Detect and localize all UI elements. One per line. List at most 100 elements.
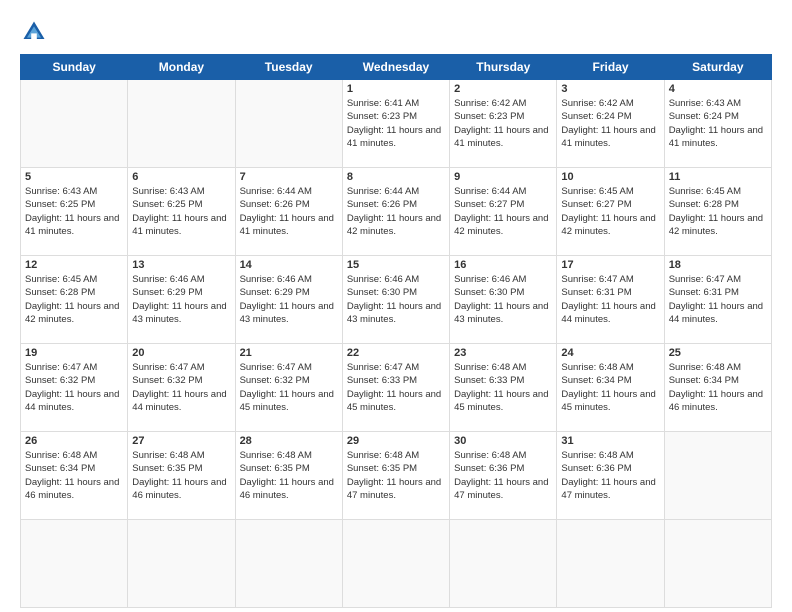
calendar-row-5 [21, 520, 772, 608]
day-number: 1 [347, 83, 445, 95]
day-info: Sunrise: 6:46 AM Sunset: 6:29 PM Dayligh… [132, 273, 230, 326]
weekday-header-wednesday: Wednesday [342, 55, 449, 80]
day-info: Sunrise: 6:43 AM Sunset: 6:25 PM Dayligh… [25, 185, 123, 238]
day-number: 5 [25, 171, 123, 183]
empty-cell [664, 520, 771, 608]
day-info: Sunrise: 6:48 AM Sunset: 6:35 PM Dayligh… [240, 449, 338, 502]
day-info: Sunrise: 6:48 AM Sunset: 6:34 PM Dayligh… [561, 361, 659, 414]
day-info: Sunrise: 6:48 AM Sunset: 6:36 PM Dayligh… [561, 449, 659, 502]
day-info: Sunrise: 6:44 AM Sunset: 6:26 PM Dayligh… [347, 185, 445, 238]
day-number: 26 [25, 435, 123, 447]
day-info: Sunrise: 6:45 AM Sunset: 6:28 PM Dayligh… [25, 273, 123, 326]
day-cell-26: 26 Sunrise: 6:48 AM Sunset: 6:34 PM Dayl… [21, 432, 128, 520]
empty-cell [235, 80, 342, 168]
day-cell-14: 14 Sunrise: 6:46 AM Sunset: 6:29 PM Dayl… [235, 256, 342, 344]
day-info: Sunrise: 6:48 AM Sunset: 6:35 PM Dayligh… [132, 449, 230, 502]
day-number: 30 [454, 435, 552, 447]
day-number: 14 [240, 259, 338, 271]
day-number: 29 [347, 435, 445, 447]
day-info: Sunrise: 6:44 AM Sunset: 6:27 PM Dayligh… [454, 185, 552, 238]
day-number: 10 [561, 171, 659, 183]
day-cell-22: 22 Sunrise: 6:47 AM Sunset: 6:33 PM Dayl… [342, 344, 449, 432]
day-cell-17: 17 Sunrise: 6:47 AM Sunset: 6:31 PM Dayl… [557, 256, 664, 344]
day-info: Sunrise: 6:46 AM Sunset: 6:30 PM Dayligh… [454, 273, 552, 326]
day-info: Sunrise: 6:42 AM Sunset: 6:23 PM Dayligh… [454, 97, 552, 150]
calendar-row-1: 5 Sunrise: 6:43 AM Sunset: 6:25 PM Dayli… [21, 168, 772, 256]
day-number: 16 [454, 259, 552, 271]
day-cell-5: 5 Sunrise: 6:43 AM Sunset: 6:25 PM Dayli… [21, 168, 128, 256]
weekday-header-thursday: Thursday [450, 55, 557, 80]
empty-cell [128, 520, 235, 608]
day-info: Sunrise: 6:47 AM Sunset: 6:31 PM Dayligh… [669, 273, 767, 326]
day-info: Sunrise: 6:43 AM Sunset: 6:24 PM Dayligh… [669, 97, 767, 150]
day-info: Sunrise: 6:45 AM Sunset: 6:27 PM Dayligh… [561, 185, 659, 238]
day-cell-16: 16 Sunrise: 6:46 AM Sunset: 6:30 PM Dayl… [450, 256, 557, 344]
day-cell-15: 15 Sunrise: 6:46 AM Sunset: 6:30 PM Dayl… [342, 256, 449, 344]
day-cell-21: 21 Sunrise: 6:47 AM Sunset: 6:32 PM Dayl… [235, 344, 342, 432]
empty-cell [128, 80, 235, 168]
day-number: 12 [25, 259, 123, 271]
day-cell-7: 7 Sunrise: 6:44 AM Sunset: 6:26 PM Dayli… [235, 168, 342, 256]
day-number: 9 [454, 171, 552, 183]
logo [20, 18, 52, 46]
day-cell-2: 2 Sunrise: 6:42 AM Sunset: 6:23 PM Dayli… [450, 80, 557, 168]
day-cell-20: 20 Sunrise: 6:47 AM Sunset: 6:32 PM Dayl… [128, 344, 235, 432]
day-info: Sunrise: 6:47 AM Sunset: 6:32 PM Dayligh… [132, 361, 230, 414]
day-number: 11 [669, 171, 767, 183]
day-info: Sunrise: 6:42 AM Sunset: 6:24 PM Dayligh… [561, 97, 659, 150]
day-cell-19: 19 Sunrise: 6:47 AM Sunset: 6:32 PM Dayl… [21, 344, 128, 432]
empty-cell [21, 80, 128, 168]
day-number: 20 [132, 347, 230, 359]
day-info: Sunrise: 6:43 AM Sunset: 6:25 PM Dayligh… [132, 185, 230, 238]
weekday-header-saturday: Saturday [664, 55, 771, 80]
calendar-row-2: 12 Sunrise: 6:45 AM Sunset: 6:28 PM Dayl… [21, 256, 772, 344]
day-cell-10: 10 Sunrise: 6:45 AM Sunset: 6:27 PM Dayl… [557, 168, 664, 256]
empty-cell [235, 520, 342, 608]
day-info: Sunrise: 6:48 AM Sunset: 6:36 PM Dayligh… [454, 449, 552, 502]
empty-cell [557, 520, 664, 608]
logo-icon [20, 18, 48, 46]
day-info: Sunrise: 6:47 AM Sunset: 6:33 PM Dayligh… [347, 361, 445, 414]
day-info: Sunrise: 6:41 AM Sunset: 6:23 PM Dayligh… [347, 97, 445, 150]
day-number: 24 [561, 347, 659, 359]
day-cell-23: 23 Sunrise: 6:48 AM Sunset: 6:33 PM Dayl… [450, 344, 557, 432]
empty-cell [342, 520, 449, 608]
day-cell-18: 18 Sunrise: 6:47 AM Sunset: 6:31 PM Dayl… [664, 256, 771, 344]
day-info: Sunrise: 6:47 AM Sunset: 6:32 PM Dayligh… [25, 361, 123, 414]
day-cell-31: 31 Sunrise: 6:48 AM Sunset: 6:36 PM Dayl… [557, 432, 664, 520]
day-cell-28: 28 Sunrise: 6:48 AM Sunset: 6:35 PM Dayl… [235, 432, 342, 520]
calendar-body: 1 Sunrise: 6:41 AM Sunset: 6:23 PM Dayli… [21, 80, 772, 608]
weekday-header-sunday: Sunday [21, 55, 128, 80]
day-info: Sunrise: 6:48 AM Sunset: 6:34 PM Dayligh… [25, 449, 123, 502]
calendar-row-3: 19 Sunrise: 6:47 AM Sunset: 6:32 PM Dayl… [21, 344, 772, 432]
day-number: 7 [240, 171, 338, 183]
day-info: Sunrise: 6:45 AM Sunset: 6:28 PM Dayligh… [669, 185, 767, 238]
day-number: 6 [132, 171, 230, 183]
day-number: 23 [454, 347, 552, 359]
empty-cell [664, 432, 771, 520]
day-cell-6: 6 Sunrise: 6:43 AM Sunset: 6:25 PM Dayli… [128, 168, 235, 256]
day-info: Sunrise: 6:44 AM Sunset: 6:26 PM Dayligh… [240, 185, 338, 238]
day-info: Sunrise: 6:48 AM Sunset: 6:33 PM Dayligh… [454, 361, 552, 414]
weekday-header-friday: Friday [557, 55, 664, 80]
day-number: 18 [669, 259, 767, 271]
day-info: Sunrise: 6:48 AM Sunset: 6:34 PM Dayligh… [669, 361, 767, 414]
day-cell-1: 1 Sunrise: 6:41 AM Sunset: 6:23 PM Dayli… [342, 80, 449, 168]
day-cell-29: 29 Sunrise: 6:48 AM Sunset: 6:35 PM Dayl… [342, 432, 449, 520]
day-number: 15 [347, 259, 445, 271]
day-number: 25 [669, 347, 767, 359]
day-number: 17 [561, 259, 659, 271]
day-info: Sunrise: 6:46 AM Sunset: 6:29 PM Dayligh… [240, 273, 338, 326]
day-cell-24: 24 Sunrise: 6:48 AM Sunset: 6:34 PM Dayl… [557, 344, 664, 432]
day-info: Sunrise: 6:47 AM Sunset: 6:31 PM Dayligh… [561, 273, 659, 326]
page: SundayMondayTuesdayWednesdayThursdayFrid… [0, 0, 792, 612]
calendar-row-0: 1 Sunrise: 6:41 AM Sunset: 6:23 PM Dayli… [21, 80, 772, 168]
day-number: 4 [669, 83, 767, 95]
calendar-table: SundayMondayTuesdayWednesdayThursdayFrid… [20, 54, 772, 608]
empty-cell [450, 520, 557, 608]
weekday-header-row: SundayMondayTuesdayWednesdayThursdayFrid… [21, 55, 772, 80]
day-cell-8: 8 Sunrise: 6:44 AM Sunset: 6:26 PM Dayli… [342, 168, 449, 256]
day-cell-27: 27 Sunrise: 6:48 AM Sunset: 6:35 PM Dayl… [128, 432, 235, 520]
day-cell-13: 13 Sunrise: 6:46 AM Sunset: 6:29 PM Dayl… [128, 256, 235, 344]
day-number: 22 [347, 347, 445, 359]
